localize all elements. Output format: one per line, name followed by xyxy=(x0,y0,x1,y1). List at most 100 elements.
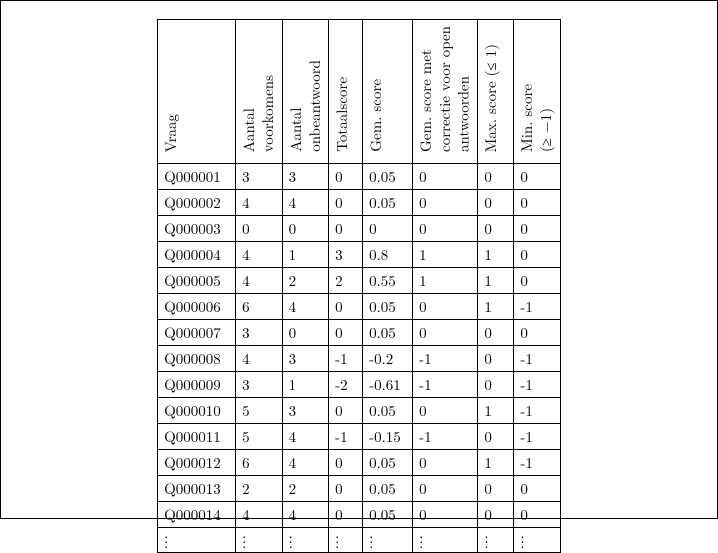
cell: 0 xyxy=(478,189,514,215)
vertical-ellipsis-icon: ... xyxy=(282,527,329,552)
cell: 0 xyxy=(514,163,561,189)
cell: 1 xyxy=(478,293,514,319)
cell: 0 xyxy=(329,449,363,475)
data-table: Vraag Aantalvoorkomens Aantalonbeantwoor… xyxy=(157,19,561,553)
cell: 0 xyxy=(329,397,363,423)
cell: 4 xyxy=(282,449,329,475)
cell: 0 xyxy=(514,267,561,293)
col-header-vraag: Vraag xyxy=(158,20,236,164)
cell: -1 xyxy=(514,423,561,449)
cell: 1 xyxy=(478,397,514,423)
cell: 0 xyxy=(478,319,514,345)
cell: 6 xyxy=(236,449,283,475)
col-header-min-score: Min. score(≥ −1) xyxy=(514,20,561,164)
cell: 4 xyxy=(236,501,283,527)
cell: 0 xyxy=(413,293,478,319)
cell: -1 xyxy=(413,371,478,397)
table-body: Q0000013300.05000Q0000024400.05000Q00000… xyxy=(158,163,561,552)
cell: 0 xyxy=(282,215,329,241)
vertical-ellipsis-icon: ... xyxy=(413,527,478,552)
cell: -1 xyxy=(413,423,478,449)
cell: -1 xyxy=(329,423,363,449)
table-row: Q0000144400.05000 xyxy=(158,501,561,527)
cell: 0 xyxy=(514,475,561,501)
cell: 0 xyxy=(413,189,478,215)
cell: 0 xyxy=(413,501,478,527)
cell: 0 xyxy=(282,319,329,345)
cell: -1 xyxy=(413,345,478,371)
cell: 4 xyxy=(236,267,283,293)
col-header-totaalscore: Totaalscore xyxy=(329,20,363,164)
cell: Q000008 xyxy=(158,345,236,371)
table-row: Q0000054220.55110 xyxy=(158,267,561,293)
col-header-label: Gem. score xyxy=(367,79,386,152)
cell: 0 xyxy=(478,215,514,241)
cell: 0 xyxy=(413,215,478,241)
cell: 0 xyxy=(413,397,478,423)
cell: 3 xyxy=(282,345,329,371)
cell: Q000010 xyxy=(158,397,236,423)
cell: 0.05 xyxy=(363,319,413,345)
cell: 4 xyxy=(282,189,329,215)
cell: 0.05 xyxy=(363,475,413,501)
cell: 3 xyxy=(236,371,283,397)
cell: 0 xyxy=(363,215,413,241)
cell: 3 xyxy=(282,397,329,423)
cell: 0 xyxy=(478,371,514,397)
table-row-ellipsis: ........................ xyxy=(158,527,561,552)
col-header-aantal-onbeantwoord: Aantalonbeantwoord xyxy=(282,20,329,164)
cell: Q000012 xyxy=(158,449,236,475)
cell: 0 xyxy=(236,215,283,241)
cell: Q000005 xyxy=(158,267,236,293)
cell: Q000001 xyxy=(158,163,236,189)
vertical-ellipsis-icon: ... xyxy=(329,527,363,552)
table-row: Q0000044130.8110 xyxy=(158,241,561,267)
cell: 3 xyxy=(329,241,363,267)
cell: 5 xyxy=(236,423,283,449)
cell: 0.05 xyxy=(363,449,413,475)
col-header-label: Aantalvoorkomens xyxy=(240,75,278,152)
cell: 0.05 xyxy=(363,293,413,319)
cell: -0.15 xyxy=(363,423,413,449)
cell: 0 xyxy=(413,163,478,189)
table-row: Q0000126400.0501-1 xyxy=(158,449,561,475)
col-header-label: Min. score(≥ −1) xyxy=(518,84,556,152)
cell: Q000004 xyxy=(158,241,236,267)
table-row: Q0000066400.0501-1 xyxy=(158,293,561,319)
cell: 0 xyxy=(478,163,514,189)
cell: -1 xyxy=(514,449,561,475)
col-header-gem-score-correctie: Gem. score metcorrectie voor openantwoor… xyxy=(413,20,478,164)
col-header-label: Max. score (≤ 1) xyxy=(482,44,501,152)
cell: Q000014 xyxy=(158,501,236,527)
cell: 0 xyxy=(329,293,363,319)
col-header-aantal-voorkomens: Aantalvoorkomens xyxy=(236,20,283,164)
cell: -1 xyxy=(329,345,363,371)
cell: 0 xyxy=(329,475,363,501)
cell: 3 xyxy=(236,163,283,189)
cell: 0.05 xyxy=(363,163,413,189)
vertical-ellipsis-icon: ... xyxy=(514,527,561,552)
cell: 1 xyxy=(413,267,478,293)
cell: 3 xyxy=(282,163,329,189)
cell: 6 xyxy=(236,293,283,319)
col-header-gem-score: Gem. score xyxy=(363,20,413,164)
cell: Q000009 xyxy=(158,371,236,397)
cell: 0 xyxy=(514,319,561,345)
col-header-label: Vraag xyxy=(162,114,181,152)
cell: 4 xyxy=(236,189,283,215)
table-row: Q0000073000.05000 xyxy=(158,319,561,345)
table-row: Q0000132200.05000 xyxy=(158,475,561,501)
page: Vraag Aantalvoorkomens Aantalonbeantwoor… xyxy=(0,0,718,519)
cell: 2 xyxy=(236,475,283,501)
cell: 0 xyxy=(514,501,561,527)
cell: 0 xyxy=(478,423,514,449)
cell: 0.55 xyxy=(363,267,413,293)
cell: -0.61 xyxy=(363,371,413,397)
cell: Q000002 xyxy=(158,189,236,215)
cell: 0.05 xyxy=(363,501,413,527)
cell: 4 xyxy=(236,345,283,371)
col-header-label: Totaalscore xyxy=(333,77,352,152)
table-row: Q0000030000000 xyxy=(158,215,561,241)
cell: 1 xyxy=(478,241,514,267)
cell: 0 xyxy=(514,241,561,267)
